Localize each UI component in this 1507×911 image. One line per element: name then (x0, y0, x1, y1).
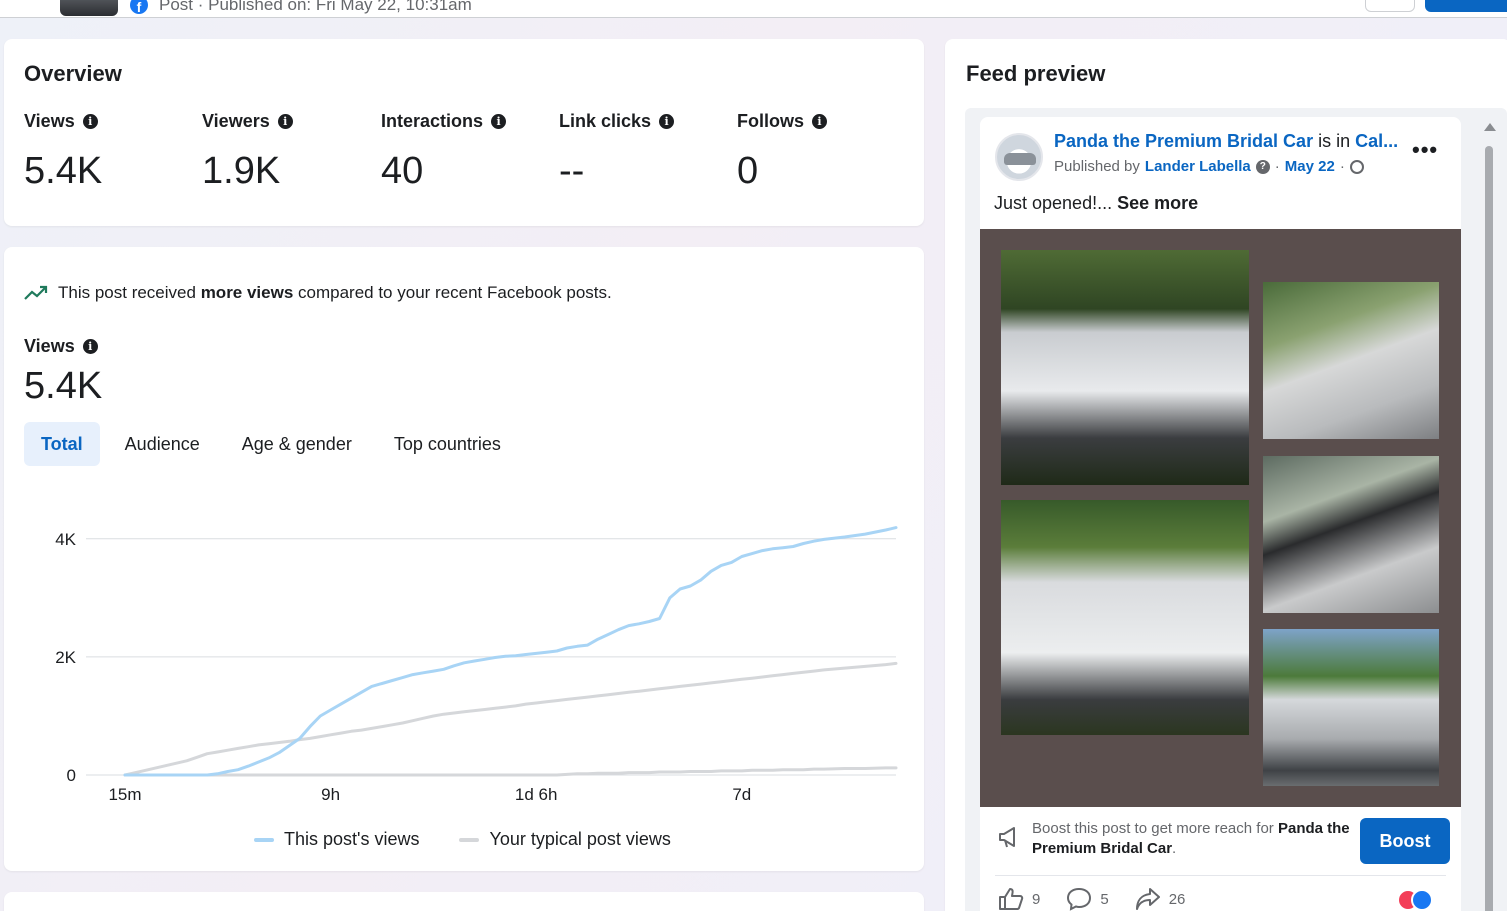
next-card (4, 892, 924, 911)
top-bar: f Post · Published on: Fri May 22, 10:31… (0, 0, 1507, 18)
photo-car-rear[interactable] (1263, 629, 1439, 786)
shares-count: 26 (1168, 890, 1186, 908)
caption-text: Just opened!... (994, 193, 1118, 213)
globe-icon (1349, 159, 1364, 174)
reactions-summary[interactable] (1397, 889, 1437, 911)
feed-preview-title: Feed preview (966, 61, 1106, 86)
views-line-chart: 0 2K 4K 15m 9h 1d 6h 7d (55, 526, 898, 804)
likes-count: 9 (1032, 890, 1041, 908)
x-tick-label: 15m (108, 785, 141, 804)
metric-follows: Follows i 0 (737, 111, 827, 193)
info-icon[interactable]: i (659, 114, 675, 129)
primary-button[interactable] (1425, 0, 1507, 12)
divider (995, 875, 1446, 876)
scroll-up-arrow-icon[interactable] (1484, 123, 1496, 131)
post-preview: Panda the Premium Bridal Car is in Cal..… (980, 117, 1461, 911)
overview-card: Overview Views i 5.4K Viewers i 1.9K Inter… (4, 39, 924, 226)
boost-period: . (1172, 840, 1177, 857)
info-icon[interactable]: i (491, 114, 507, 129)
y-tick-label: 4K (55, 530, 76, 549)
author-link[interactable]: Lander Labella (1145, 158, 1251, 175)
metric-interactions: Interactions i 40 (381, 111, 507, 193)
overview-title: Overview (24, 61, 122, 86)
y-tick-label: 2K (55, 648, 76, 667)
chart-legend: This post's views Your typical post view… (254, 829, 671, 850)
photo-car-interior-rear[interactable] (1263, 282, 1439, 439)
info-icon[interactable]: i (277, 114, 293, 129)
feed-scrollbar[interactable] (1484, 123, 1496, 911)
y-tick-label: 0 (67, 766, 76, 785)
boost-text: Boost this post to get more reach for (1032, 820, 1278, 837)
photo-car-interior-front[interactable] (1263, 456, 1439, 613)
metric-label: Viewers (202, 111, 270, 131)
scrollbar-thumb[interactable] (1485, 146, 1493, 911)
series-line[interactable] (123, 526, 898, 777)
legend-item-typical[interactable]: Your typical post views (459, 829, 671, 850)
more-options-icon[interactable]: ••• (1412, 137, 1438, 163)
secondary-button[interactable] (1365, 0, 1415, 12)
boost-button[interactable]: Boost (1360, 818, 1450, 864)
separator: · (1339, 158, 1345, 175)
views-card: This post received more views compared t… (4, 247, 924, 871)
info-icon[interactable]: i (82, 114, 98, 129)
info-icon[interactable]: i (812, 114, 827, 129)
comments-count: 5 (1100, 890, 1109, 908)
x-tick-label: 9h (321, 785, 340, 804)
photo-grid (980, 229, 1461, 807)
feed-preview-card: Feed preview Panda the Premium Bridal Ca… (945, 39, 1507, 911)
metric-label: Views (24, 111, 75, 131)
x-tick-label: 7d (732, 785, 751, 804)
thumbs-up-icon (999, 888, 1024, 910)
boost-message: Boost this post to get more reach for Pa… (1032, 819, 1352, 859)
metric-value: 1.9K (202, 150, 281, 192)
shares-stat[interactable]: 26 (1135, 887, 1186, 911)
likes-stat[interactable]: 9 (998, 887, 1040, 911)
metric-viewers: Viewers i 1.9K (202, 111, 293, 193)
metric-label: Interactions (381, 111, 484, 131)
metric-views: Views i 5.4K (24, 111, 102, 193)
share-icon (1135, 888, 1160, 910)
comment-icon (1067, 887, 1092, 911)
boost-bar: Boost this post to get more reach for Pa… (980, 807, 1461, 871)
location-link[interactable]: Cal... (1355, 131, 1398, 151)
feed-preview-frame: Panda the Premium Bridal Car is in Cal..… (965, 108, 1507, 911)
post-caption: Just opened!... See more (994, 193, 1198, 214)
post-subtitle: Published by Lander Labella ? · May 22 · (1054, 158, 1364, 175)
post-header-title: Panda the Premium Bridal Car is in Cal..… (1054, 131, 1398, 152)
metric-label: Link clicks (559, 111, 652, 131)
megaphone-icon (999, 827, 1015, 848)
separator: · (1274, 158, 1280, 175)
metric-value: 40 (381, 150, 424, 192)
like-reaction-icon (1411, 889, 1433, 911)
legend-label: Your typical post views (489, 829, 671, 849)
see-more-link[interactable]: See more (1117, 193, 1198, 213)
metric-value: 5.4K (24, 150, 103, 192)
metric-label: Follows (737, 111, 804, 131)
post-engagement: 9 5 26 (998, 887, 1185, 911)
x-tick-label: 1d 6h (515, 785, 558, 804)
photo-car-front[interactable] (1001, 250, 1249, 485)
legend-swatch (459, 837, 480, 842)
published-by-label: Published by (1054, 158, 1140, 175)
metric-value: -- (559, 150, 585, 192)
page-avatar[interactable] (995, 133, 1043, 181)
series-line[interactable] (123, 661, 898, 777)
legend-swatch (254, 837, 274, 842)
page-name-link[interactable]: Panda the Premium Bridal Car (1054, 131, 1313, 151)
comments-stat[interactable]: 5 (1066, 887, 1109, 911)
car-icon (1004, 153, 1036, 165)
post-thumbnail (60, 0, 118, 16)
metric-value: 0 (737, 150, 759, 192)
help-icon[interactable]: ? (1255, 159, 1270, 174)
legend-item-this-post[interactable]: This post's views (254, 829, 419, 850)
is-in-text: is in (1313, 131, 1356, 151)
post-meta: Post · Published on: Fri May 22, 10:31am (159, 0, 472, 14)
legend-label: This post's views (284, 829, 420, 849)
facebook-icon: f (130, 0, 148, 15)
date-link[interactable]: May 22 (1285, 158, 1335, 175)
metric-link-clicks: Link clicks i -- (559, 111, 675, 193)
photo-car-with-child[interactable] (1001, 500, 1249, 735)
